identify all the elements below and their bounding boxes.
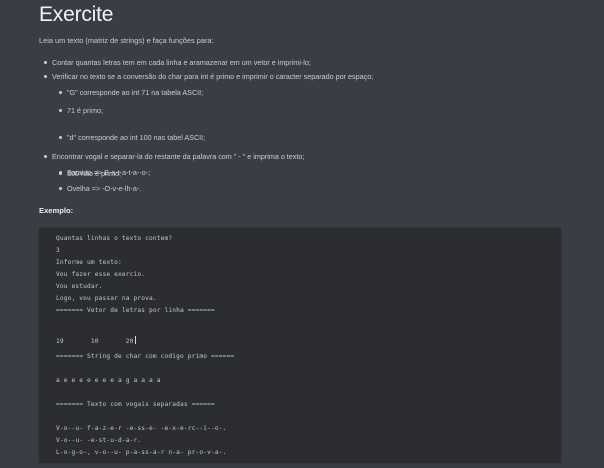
list-item: "d" corresponde ao int 100 nas tabel ASC… <box>58 133 206 142</box>
code-line-with-cursor: 19 10 20 <box>56 330 136 348</box>
example-heading: Exemplo: <box>39 206 74 215</box>
list-item: Verificar no texto se a conversão do cha… <box>43 72 374 81</box>
code-line: V-o--u- -e-st-u-d-a-r. <box>56 437 142 444</box>
code-line: a e e e e e e e a g a a a a <box>56 377 161 384</box>
code-line: V-o--u- f-a-z-e-r -e-ss-e- -e-x-e-rc--i-… <box>56 425 227 432</box>
code-line: 19 10 20 <box>56 338 134 345</box>
list-item: 71 é primo; <box>59 106 103 115</box>
code-line: L-o-g-o-, v-o--u- p-a-ss-a-r n-a- pr-o-v… <box>56 449 227 456</box>
page: Exercite Leia um texto (matriz de string… <box>0 0 604 468</box>
code-line: Logo, vou passar na prova. <box>56 295 157 302</box>
code-line: Quantas linhas o texto contem? <box>56 235 173 242</box>
list-item: Contar quantas letras tem em cada linha … <box>44 58 311 67</box>
code-block: Quantas linhas o texto contem? 3 Informe… <box>39 228 561 463</box>
scrollbar[interactable] <box>600 0 604 468</box>
code-line: ======= String de char com codigo primo … <box>56 353 235 360</box>
code-line: Vou fazer esse exercio. <box>56 271 146 278</box>
code-line: Informe um texto: <box>56 259 122 266</box>
list-item: "G" corresponde ao int 71 na tabela ASCI… <box>58 88 204 97</box>
code-line: 3 <box>56 247 60 254</box>
text-cursor <box>134 336 136 344</box>
page-title: Exercite <box>39 3 114 26</box>
list-item: Ovelha => -O-v-e-lh-a-. <box>58 184 142 193</box>
code-line: ======= Texto com vogais separadas =====… <box>56 401 215 408</box>
code-line: Vou estudar. <box>56 283 103 290</box>
intro-text: Leia um texto (matriz de strings) e faça… <box>39 36 214 45</box>
list-item: Batatao => B-a-t-a-t-a--o-; <box>58 168 151 177</box>
list-item: Encontrar vogal e separar-la do restante… <box>43 152 305 161</box>
code-line: ======= Vetor de letras por linha ======… <box>56 307 215 314</box>
